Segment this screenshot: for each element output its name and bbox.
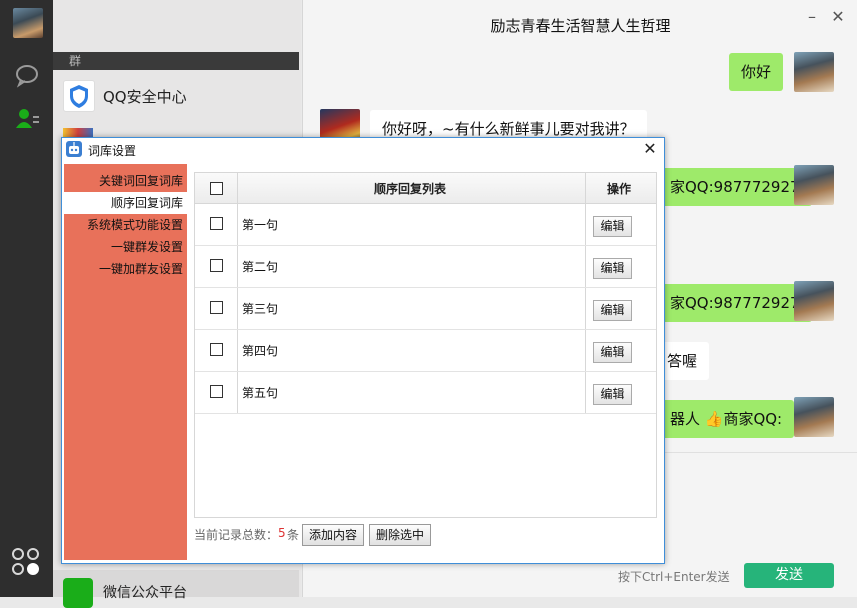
- edit-button[interactable]: 编辑: [593, 258, 632, 279]
- record-count-label: 当前记录总数：: [194, 528, 279, 542]
- message-bubble: 家QQ:987772927: [658, 284, 812, 322]
- column-header-list: 顺序回复列表: [373, 182, 446, 196]
- column-header-action: 操作: [606, 182, 631, 196]
- message-bubble: 器人 👍商家QQ:: [658, 400, 795, 438]
- user-avatar: [794, 397, 834, 437]
- close-icon[interactable]: ✕: [829, 8, 847, 26]
- table-row: 第三句 编辑: [195, 287, 656, 330]
- shield-icon: [63, 80, 95, 112]
- row-text: 第三句: [242, 302, 279, 316]
- minimize-icon[interactable]: –: [803, 8, 821, 26]
- row-text: 第二句: [242, 260, 279, 274]
- table-row: 第四句 编辑: [195, 329, 656, 372]
- wechat-icon: [63, 578, 93, 608]
- table-row: 第一句 编辑: [195, 203, 656, 246]
- table-row: 第五句 编辑: [195, 371, 656, 414]
- menu-item-mass-send[interactable]: 一键群发设置: [64, 236, 187, 258]
- contact-name: QQ安全中心: [103, 88, 187, 106]
- dialog-titlebar[interactable]: 词库设置 ✕: [62, 138, 664, 162]
- settings-menu: 关键词回复词库 顺序回复词库 系统模式功能设置 一键群发设置 一键加群友设置: [64, 164, 187, 560]
- apps-icon[interactable]: [12, 548, 42, 578]
- table-row: 第二句 编辑: [195, 245, 656, 288]
- user-avatar: [794, 165, 834, 205]
- reply-table: 顺序回复列表 操作 第一句 编辑 第二句 编辑 第三句 编辑 第四句 编辑 第五…: [194, 172, 657, 518]
- dialog-title: 词库设置: [88, 144, 137, 158]
- row-checkbox[interactable]: [210, 217, 223, 230]
- row-text: 第一句: [242, 218, 279, 232]
- chat-icon[interactable]: [14, 62, 40, 88]
- record-count-value: 5: [278, 526, 286, 540]
- dialog-content: 顺序回复列表 操作 第一句 编辑 第二句 编辑 第三句 编辑 第四句 编辑 第五…: [189, 164, 660, 560]
- close-icon[interactable]: ✕: [640, 139, 660, 159]
- row-checkbox[interactable]: [210, 385, 223, 398]
- edit-button[interactable]: 编辑: [593, 216, 632, 237]
- add-content-button[interactable]: 添加内容: [302, 524, 364, 546]
- message-bubble: 家QQ:987772927: [658, 168, 812, 206]
- menu-item-keyword-reply[interactable]: 关键词回复词库: [64, 170, 187, 192]
- lexicon-settings-dialog: 词库设置 ✕ 关键词回复词库 顺序回复词库 系统模式功能设置 一键群发设置 一键…: [61, 137, 665, 564]
- contact-item-qq-security[interactable]: QQ安全中心: [53, 74, 299, 118]
- delete-selected-button[interactable]: 删除选中: [369, 524, 431, 546]
- user-avatar[interactable]: [13, 8, 43, 38]
- row-checkbox[interactable]: [210, 259, 223, 272]
- row-text: 第四句: [242, 344, 279, 358]
- row-text: 第五句: [242, 386, 279, 400]
- contact-item-wechat-platform[interactable]: 微信公众平台: [53, 570, 299, 608]
- row-checkbox[interactable]: [210, 343, 223, 356]
- select-all-checkbox[interactable]: [210, 182, 223, 195]
- menu-item-add-group-friends[interactable]: 一键加群友设置: [64, 258, 187, 280]
- group-header: 群: [53, 52, 299, 70]
- send-hint: 按下Ctrl+Enter发送: [618, 570, 730, 584]
- table-header: 顺序回复列表 操作: [195, 173, 656, 204]
- user-avatar: [794, 281, 834, 321]
- contacts-icon[interactable]: [14, 106, 40, 132]
- row-checkbox[interactable]: [210, 301, 223, 314]
- message-bubble: 你好: [729, 53, 784, 91]
- contact-name: 微信公众平台: [103, 585, 187, 601]
- chat-title: 励志青春生活智慧人生哲理: [490, 17, 671, 35]
- edit-button[interactable]: 编辑: [593, 342, 632, 363]
- record-count-unit: 条: [287, 528, 300, 542]
- edit-button[interactable]: 编辑: [593, 300, 632, 321]
- edit-button[interactable]: 编辑: [593, 384, 632, 405]
- robot-icon: [66, 141, 82, 157]
- user-avatar: [794, 52, 834, 92]
- side-rail: [0, 0, 53, 597]
- send-button[interactable]: 发送: [744, 563, 834, 588]
- menu-item-sequential-reply[interactable]: 顺序回复词库: [64, 192, 187, 214]
- menu-item-system-mode[interactable]: 系统模式功能设置: [64, 214, 187, 236]
